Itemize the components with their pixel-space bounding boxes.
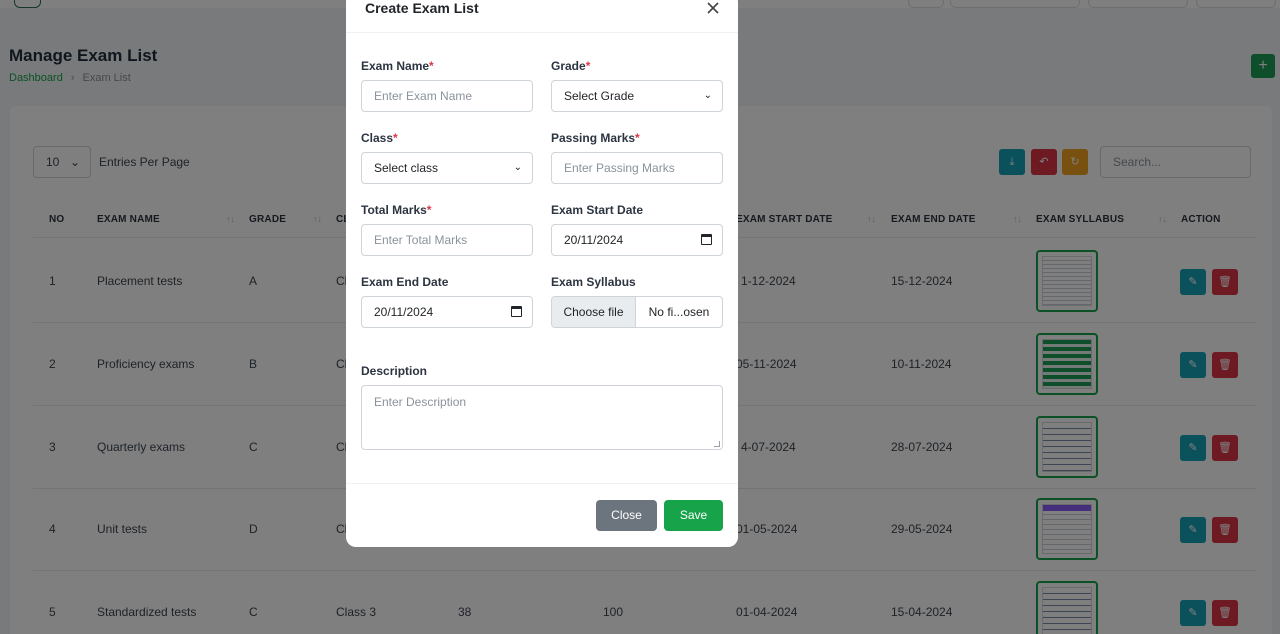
grade-select-value: Select Grade bbox=[564, 89, 635, 103]
calendar-icon[interactable] bbox=[511, 306, 522, 317]
passing-marks-label: Passing Marks* bbox=[551, 131, 640, 145]
grade-select[interactable]: Select Grade ⌄ bbox=[551, 80, 723, 112]
description-placeholder: Enter Description bbox=[374, 395, 467, 409]
start-date-value: 20/11/2024 bbox=[564, 233, 624, 247]
exam-syllabus-label: Exam Syllabus bbox=[551, 275, 636, 289]
chevron-down-icon: ⌄ bbox=[513, 162, 522, 173]
exam-name-input[interactable]: Enter Exam Name bbox=[361, 80, 533, 112]
save-button[interactable]: Save bbox=[664, 500, 723, 531]
exam-name-label: Exam Name* bbox=[361, 59, 434, 73]
description-label: Description bbox=[361, 364, 428, 378]
exam-start-date-input[interactable]: 20/11/2024 bbox=[551, 224, 723, 256]
resize-handle[interactable] bbox=[714, 441, 720, 447]
exam-start-date-label: Exam Start Date bbox=[551, 203, 644, 217]
grade-label: Grade* bbox=[551, 59, 591, 73]
calendar-icon[interactable] bbox=[701, 234, 712, 245]
end-date-value: 20/11/2024 bbox=[374, 305, 434, 319]
file-status: No fi...osen bbox=[648, 305, 710, 319]
total-marks-input[interactable]: Enter Total Marks bbox=[361, 224, 533, 256]
modal-title: Create Exam List bbox=[365, 0, 479, 16]
exam-syllabus-file-input[interactable]: Choose file No fi...osen bbox=[551, 296, 723, 328]
modal-footer bbox=[346, 483, 738, 484]
create-exam-modal: Create Exam List Exam Name* Enter Exam N… bbox=[346, 0, 738, 547]
modal-header: Create Exam List bbox=[346, 0, 738, 33]
close-icon[interactable] bbox=[705, 0, 721, 16]
total-marks-label: Total Marks* bbox=[361, 203, 432, 217]
exam-end-date-input[interactable]: 20/11/2024 bbox=[361, 296, 533, 328]
chevron-down-icon: ⌄ bbox=[703, 90, 712, 101]
passing-marks-input[interactable]: Enter Passing Marks bbox=[551, 152, 723, 184]
exam-end-date-label: Exam End Date bbox=[361, 275, 449, 289]
class-select[interactable]: Select class ⌄ bbox=[361, 152, 533, 184]
choose-file-button[interactable]: Choose file bbox=[552, 297, 636, 327]
description-textarea[interactable]: Enter Description bbox=[361, 385, 723, 450]
class-select-value: Select class bbox=[374, 161, 439, 175]
close-button[interactable]: Close bbox=[596, 500, 657, 531]
class-label: Class* bbox=[361, 131, 398, 145]
